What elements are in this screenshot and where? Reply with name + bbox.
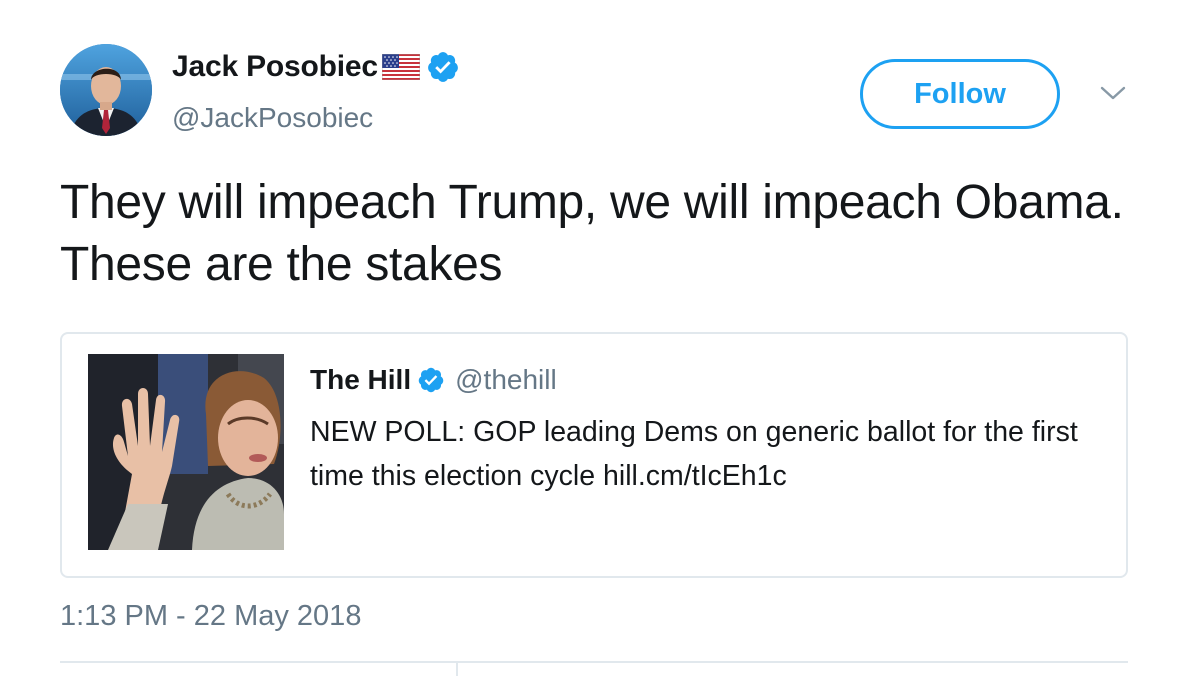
us-flag-icon [381,53,421,81]
author-name-row[interactable]: Jack Posobiec [172,50,460,84]
chevron-down-icon[interactable] [1096,80,1130,106]
tweet-text: They will impeach Trump, we will impeach… [60,176,1124,291]
divider [60,661,1128,663]
quoted-author-name: The Hill [310,364,412,395]
verified-badge-icon [426,50,460,84]
avatar-photo [60,44,152,136]
tweet-timestamp[interactable]: 1:13 PM - 22 May 2018 [60,600,361,633]
verified-badge-icon [417,366,445,394]
quoted-author-handle: @thehill [455,364,557,395]
quoted-tweet[interactable]: The Hill @thehill NEW POLL: GOP leading … [60,332,1128,578]
author-handle[interactable]: @JackPosobiec [172,102,373,134]
tweet-card: Jack Posobiec @JackPosobiec Follow They … [0,0,1200,676]
author-avatar[interactable] [60,44,152,136]
quoted-tweet-header: The Hill @thehill [310,364,557,396]
quoted-tweet-text: NEW POLL: GOP leading Dems on generic ba… [310,416,1078,492]
follow-button[interactable]: Follow [860,59,1060,129]
quoted-tweet-image [88,354,284,550]
divider [456,663,458,676]
author-display-name[interactable]: Jack Posobiec [172,50,378,84]
